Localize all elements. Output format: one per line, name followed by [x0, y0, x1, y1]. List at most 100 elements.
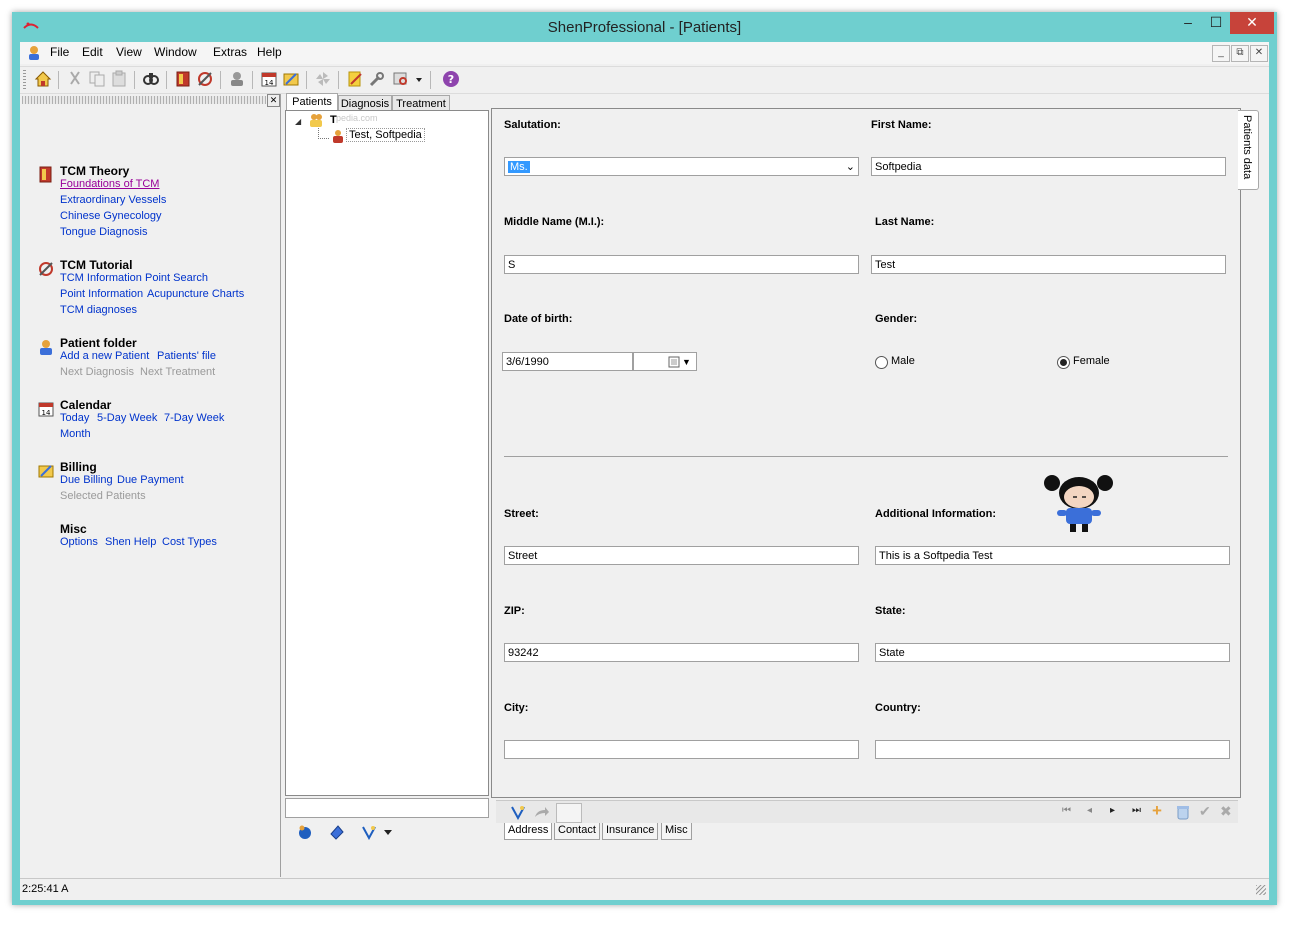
link-today[interactable]: Today	[60, 412, 89, 424]
menu-window[interactable]: Window	[154, 45, 197, 59]
tab-address[interactable]: Address	[504, 823, 553, 840]
tree-patient-node[interactable]: Test, Softpedia	[346, 128, 425, 142]
street-field[interactable]: Street	[504, 546, 859, 565]
link-cost-types[interactable]: Cost Types	[162, 536, 217, 548]
tab-insurance[interactable]: Insurance	[602, 823, 659, 840]
country-field[interactable]	[875, 740, 1230, 759]
panel-close-icon[interactable]: ✕	[267, 94, 280, 107]
link-foundations-of-tcm[interactable]: Foundations of TCM	[60, 178, 159, 190]
gender-male-radio[interactable]	[875, 356, 888, 369]
last-record-icon[interactable]: ⏭	[1132, 805, 1141, 816]
link-next-treatment[interactable]: Next Treatment	[140, 366, 215, 378]
link-selected-patients[interactable]: Selected Patients	[60, 490, 146, 502]
cancel-icon[interactable]: ✖	[1220, 803, 1232, 820]
link-chinese-gynecology[interactable]: Chinese Gynecology	[60, 210, 162, 222]
billing-icon[interactable]	[282, 70, 300, 88]
help-icon[interactable]: ?	[442, 70, 460, 88]
tab-misc[interactable]: Misc	[661, 823, 692, 840]
link-7-day-week[interactable]: 7-Day Week	[164, 412, 224, 424]
menu-edit[interactable]: Edit	[82, 45, 103, 59]
link-tongue-diagnosis[interactable]: Tongue Diagnosis	[60, 226, 147, 238]
mdi-restore-button[interactable]: ⧉	[1231, 45, 1249, 62]
link-patients-file[interactable]: Patients' file	[157, 350, 216, 362]
delete-record-icon[interactable]	[1176, 804, 1190, 820]
needle-icon[interactable]	[196, 70, 214, 88]
link-due-billing[interactable]: Due Billing	[60, 474, 113, 486]
salutation-value: Ms.	[508, 161, 530, 173]
edit-patient-icon[interactable]	[329, 824, 345, 840]
print-preview-icon[interactable]	[392, 70, 410, 88]
resize-grip-icon[interactable]	[1256, 885, 1266, 895]
next-record-icon[interactable]: ▸	[1110, 805, 1115, 816]
menu-help[interactable]: Help	[257, 45, 282, 59]
dob-calendar-button[interactable]: ▼	[633, 352, 697, 371]
add-patient-icon[interactable]	[297, 824, 313, 840]
dob-field[interactable]: 3/6/1990	[502, 352, 633, 371]
tab-patients-data[interactable]: Patients data	[1238, 110, 1259, 190]
filter-icon[interactable]	[510, 804, 526, 821]
dropdown-arrow-icon[interactable]	[414, 70, 424, 88]
tab-contact[interactable]: Contact	[554, 823, 600, 840]
middle-name-field[interactable]: S	[504, 255, 859, 274]
copy-icon[interactable]	[88, 70, 106, 88]
city-field[interactable]	[504, 740, 859, 759]
link-shen-help[interactable]: Shen Help	[105, 536, 156, 548]
home-icon[interactable]	[34, 70, 52, 88]
salutation-select[interactable]: Ms. ⌄	[504, 157, 859, 176]
menu-file[interactable]: File	[50, 45, 69, 59]
link-5-day-week[interactable]: 5-Day Week	[97, 412, 157, 424]
menu-extras[interactable]: Extras	[213, 45, 247, 59]
state-field[interactable]: State	[875, 643, 1230, 662]
paste-icon[interactable]	[110, 70, 128, 88]
additional-info-field[interactable]: This is a Softpedia Test	[875, 546, 1230, 565]
menu-view[interactable]: View	[116, 45, 142, 59]
prev-record-icon[interactable]: ◂	[1087, 805, 1092, 816]
minimize-button[interactable]: –	[1174, 12, 1202, 34]
link-next-diagnosis[interactable]: Next Diagnosis	[60, 366, 134, 378]
first-record-icon[interactable]: ⏮	[1062, 805, 1071, 816]
confirm-icon[interactable]: ✔	[1199, 803, 1211, 820]
filter-icon[interactable]	[361, 824, 377, 841]
link-month[interactable]: Month	[60, 428, 91, 440]
link-options[interactable]: Options	[60, 536, 98, 548]
book-icon[interactable]	[174, 70, 192, 88]
gender-female-radio[interactable]	[1057, 356, 1070, 369]
link-point-information[interactable]: Point Information	[60, 288, 143, 300]
title-bar: ShenProfessional - [Patients] – ☐ ✕	[12, 12, 1277, 42]
patient-group-icon	[308, 112, 324, 128]
panel-grip[interactable]	[22, 96, 266, 104]
calendar-icon[interactable]: 14	[260, 70, 278, 88]
close-button[interactable]: ✕	[1230, 12, 1274, 34]
link-extraordinary-vessels[interactable]: Extraordinary Vessels	[60, 194, 166, 206]
find-icon[interactable]	[142, 70, 160, 88]
pinwheel-icon[interactable]	[314, 70, 332, 88]
maximize-button[interactable]: ☐	[1202, 12, 1230, 34]
link-add-new-patient[interactable]: Add a new Patient	[60, 350, 149, 362]
tree-expander-icon[interactable]: ◢	[295, 117, 301, 126]
form-divider	[504, 456, 1228, 457]
chevron-down-icon[interactable]: ⌄	[846, 158, 855, 176]
link-tcm-information[interactable]: TCM Information	[60, 272, 142, 284]
mdi-close-button[interactable]: ✕	[1250, 45, 1268, 62]
last-name-field[interactable]: Test	[871, 255, 1226, 274]
link-point-search[interactable]: Point Search	[145, 272, 208, 284]
link-due-payment[interactable]: Due Payment	[117, 474, 184, 486]
first-name-field[interactable]: Softpedia	[871, 157, 1226, 176]
patient-icon[interactable]	[228, 70, 246, 88]
cut-icon[interactable]	[66, 70, 84, 88]
chevron-down-icon[interactable]	[383, 826, 393, 836]
toolbar-separator	[338, 71, 339, 89]
link-tcm-diagnoses[interactable]: TCM diagnoses	[60, 304, 137, 316]
add-record-icon[interactable]: +	[1152, 802, 1162, 819]
notebook-icon[interactable]	[346, 70, 364, 88]
tools-icon[interactable]	[368, 70, 386, 88]
chevron-down-icon: ▼	[682, 357, 691, 367]
toolbar-separator	[134, 71, 135, 89]
mdi-minimize-button[interactable]: _	[1212, 45, 1230, 62]
link-acupuncture-charts[interactable]: Acupuncture Charts	[147, 288, 244, 300]
section-title-billing: Billing	[60, 460, 97, 474]
side-tab-label: Patients data	[1241, 115, 1253, 180]
zip-field[interactable]: 93242	[504, 643, 859, 662]
share-icon[interactable]	[533, 804, 549, 820]
tree-search-input[interactable]	[285, 798, 489, 818]
